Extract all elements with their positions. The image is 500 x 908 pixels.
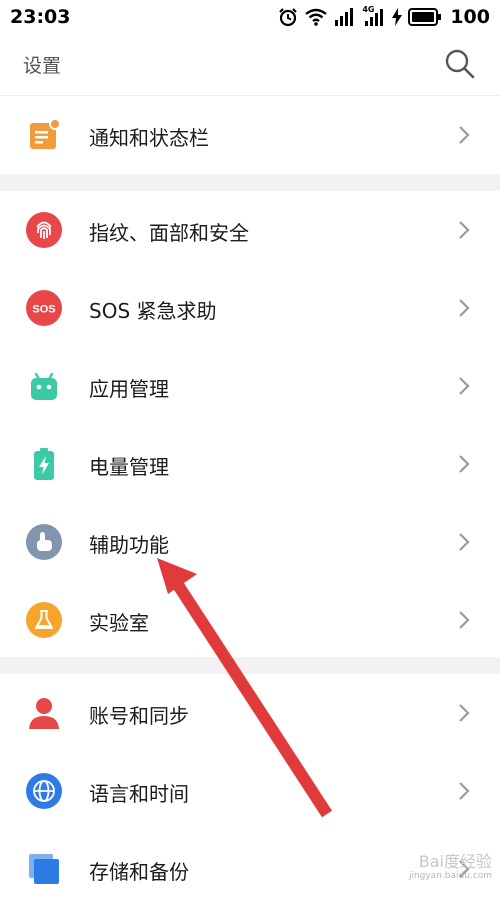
chevron-right-icon <box>459 377 470 395</box>
charging-bolt-icon <box>392 8 403 26</box>
chevron-right-icon <box>459 611 470 629</box>
signal-icon <box>335 8 354 26</box>
search-icon[interactable] <box>444 48 476 80</box>
signal-4g-icon: 4G <box>362 5 386 27</box>
wifi-icon <box>305 8 328 26</box>
settings-item-app-management[interactable]: 应用管理 <box>0 347 500 425</box>
chevron-right-icon <box>459 533 470 551</box>
item-label: 辅助功能 <box>89 533 169 557</box>
settings-item-language-time[interactable]: 语言和时间 <box>0 752 500 830</box>
item-label: 电量管理 <box>89 455 169 479</box>
user-icon <box>26 695 62 731</box>
flask-icon <box>26 602 62 638</box>
item-label: 应用管理 <box>89 377 169 401</box>
battery-level: 100 <box>450 6 490 28</box>
page-title: 设置 <box>23 55 62 77</box>
alarm-icon <box>279 8 298 27</box>
item-label: 通知和状态栏 <box>89 126 209 150</box>
section-divider <box>0 657 500 674</box>
globe-icon <box>26 773 62 809</box>
watermark-line1: Bai度经验 <box>418 852 492 871</box>
notification-icon <box>26 117 62 153</box>
settings-item-accessibility[interactable]: 辅助功能 <box>0 503 500 581</box>
item-label: 账号和同步 <box>89 704 189 728</box>
status-icons: 4G 100 <box>278 5 490 28</box>
status-time: 23:03 <box>10 6 71 28</box>
item-label: 语言和时间 <box>89 782 189 806</box>
chevron-right-icon <box>459 704 470 722</box>
android-icon <box>26 368 62 404</box>
chevron-right-icon <box>459 221 470 239</box>
chevron-right-icon <box>459 126 470 144</box>
storage-icon <box>26 851 62 887</box>
hand-pointer-icon <box>26 524 62 560</box>
battery-icon-status <box>408 8 442 26</box>
settings-item-account-sync[interactable]: 账号和同步 <box>0 674 500 752</box>
status-bar: 23:03 4G 100 <box>0 0 500 34</box>
settings-item-lab[interactable]: 实验室 <box>0 581 500 659</box>
settings-item-sos[interactable]: SOS SOS 紧急求助 <box>0 269 500 347</box>
item-label: 存储和备份 <box>89 860 189 884</box>
item-label: 指纹、面部和安全 <box>89 221 249 245</box>
sos-icon-text: SOS <box>32 304 55 316</box>
settings-item-notifications[interactable]: 通知和状态栏 <box>0 96 500 174</box>
settings-item-fingerprint-security[interactable]: 指纹、面部和安全 <box>0 191 500 269</box>
chevron-right-icon <box>459 455 470 473</box>
settings-item-battery[interactable]: 电量管理 <box>0 425 500 503</box>
sos-icon: SOS <box>26 290 62 326</box>
watermark: Bai度经验 jingyan.baidu.com <box>408 852 492 883</box>
item-label: SOS 紧急求助 <box>89 299 217 323</box>
section-divider <box>0 174 500 191</box>
item-label: 实验室 <box>89 611 149 635</box>
battery-icon <box>26 446 62 482</box>
chevron-right-icon <box>459 782 470 800</box>
watermark-line2: jingyan.baidu.com <box>408 871 492 881</box>
header: 设置 <box>0 34 500 96</box>
chevron-right-icon <box>459 299 470 317</box>
fingerprint-icon <box>26 212 62 248</box>
